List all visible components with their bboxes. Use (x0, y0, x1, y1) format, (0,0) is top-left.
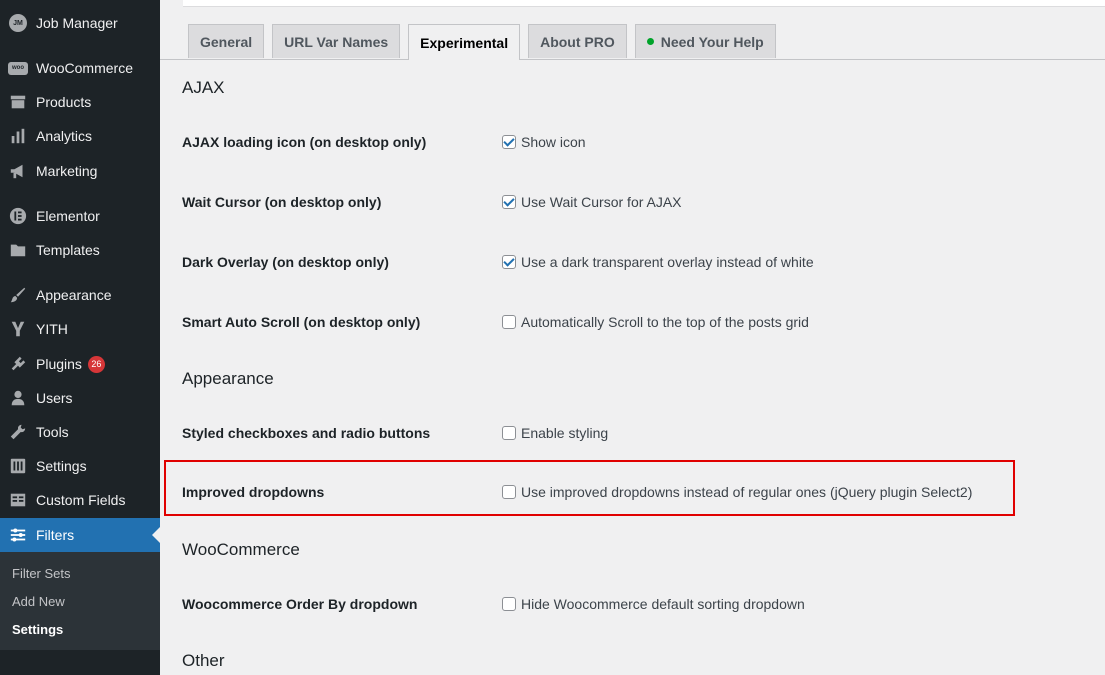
menu-item-label: Elementor (36, 208, 100, 224)
checkbox-dark-overlay[interactable]: Use a dark transparent overlay instead o… (502, 254, 814, 270)
submenu-item-settings[interactable]: Settings (12, 622, 63, 637)
checkbox-hide-sorting-dropdown[interactable]: Hide Woocommerce default sorting dropdow… (502, 596, 805, 612)
menu-item-label: Job Manager (36, 15, 118, 31)
menu-item-analytics[interactable]: Analytics (0, 119, 160, 153)
checkbox-unchecked[interactable] (502, 315, 516, 329)
menu-item-label: Analytics (36, 128, 93, 144)
menu-item-plugins[interactable]: Plugins 26 (0, 347, 160, 381)
menu-item-label: Tools (36, 424, 69, 440)
settings-sliders-icon (8, 456, 28, 476)
checkbox-improved-dropdowns[interactable]: Use improved dropdowns instead of regula… (502, 484, 972, 500)
menu-item-label: Filters (36, 527, 75, 543)
menu-item-label: Templates (36, 242, 100, 258)
job-manager-logo-icon: JM (8, 13, 28, 33)
submenu-item-add-new[interactable]: Add New (12, 594, 65, 609)
menu-item-label: Custom Fields (36, 492, 126, 508)
filters-submenu: Filter Sets Add New Settings (0, 552, 160, 650)
tab-url-var-names[interactable]: URL Var Names (272, 24, 401, 58)
admin-sidebar: JM Job Manager woo WooCommerce Products … (0, 0, 160, 675)
status-dot-icon (646, 38, 654, 45)
menu-item-label: Marketing (36, 163, 98, 179)
menu-item-users[interactable]: Users (0, 381, 160, 415)
setting-label-dark-overlay: Dark Overlay (on desktop only) (182, 254, 389, 270)
elementor-icon (8, 206, 28, 226)
setting-label-ajax-loading-icon: AJAX loading icon (on desktop only) (182, 134, 427, 150)
plugin-updates-badge: 26 (87, 355, 105, 373)
setting-label-styled-checkboxes: Styled checkboxes and radio buttons (182, 425, 431, 441)
setting-label-woocommerce-order-by: Woocommerce Order By dropdown (182, 596, 418, 612)
megaphone-icon (8, 161, 28, 181)
menu-item-settings[interactable]: Settings (0, 449, 160, 483)
tab-about-pro[interactable]: About PRO (528, 24, 627, 58)
menu-item-label: YITH (36, 321, 68, 337)
checkbox-auto-scroll[interactable]: Automatically Scroll to the top of the p… (502, 314, 809, 330)
woocommerce-icon: woo (8, 58, 28, 78)
menu-item-filters[interactable]: Filters (0, 518, 160, 552)
menu-item-appearance[interactable]: Appearance (0, 278, 160, 312)
section-title-other: Other (182, 651, 225, 670)
menu-item-yith[interactable]: YITH (0, 312, 160, 346)
section-title-woocommerce: WooCommerce (182, 540, 300, 559)
menu-item-label: Plugins (36, 356, 82, 372)
setting-label-wait-cursor: Wait Cursor (on desktop only) (182, 194, 382, 210)
bar-chart-icon (8, 126, 28, 146)
paintbrush-icon (8, 285, 28, 305)
menu-item-job-manager[interactable]: JM Job Manager (0, 6, 160, 40)
checkbox-checked[interactable] (502, 135, 516, 149)
menu-item-label: Settings (36, 458, 87, 474)
menu-item-label: Users (36, 390, 73, 406)
menu-item-label: Products (36, 94, 92, 110)
menu-item-tools[interactable]: Tools (0, 415, 160, 449)
tab-general[interactable]: General (188, 24, 265, 58)
menu-item-elementor[interactable]: Elementor (0, 199, 160, 233)
menu-item-woocommerce[interactable]: woo WooCommerce (0, 51, 160, 85)
submenu-item-filter-sets[interactable]: Filter Sets (12, 566, 71, 581)
archive-icon (8, 92, 28, 112)
checkbox-enable-styling[interactable]: Enable styling (502, 425, 608, 441)
custom-fields-icon (8, 490, 28, 510)
user-icon (8, 388, 28, 408)
checkbox-show-icon[interactable]: Show icon (502, 134, 586, 150)
checkbox-unchecked[interactable] (502, 426, 516, 440)
checkbox-checked[interactable] (502, 255, 516, 269)
plugin-icon (8, 354, 28, 374)
yith-icon (8, 319, 28, 339)
menu-item-label: Appearance (36, 287, 112, 303)
menu-item-marketing[interactable]: Marketing (0, 154, 160, 188)
wrench-icon (8, 422, 28, 442)
menu-item-products[interactable]: Products (0, 85, 160, 119)
checkbox-checked[interactable] (502, 195, 516, 209)
setting-label-smart-auto-scroll: Smart Auto Scroll (on desktop only) (182, 314, 421, 330)
menu-item-label: WooCommerce (36, 60, 133, 76)
section-title-appearance: Appearance (182, 369, 274, 388)
checkbox-unchecked[interactable] (502, 597, 516, 611)
tab-need-your-help[interactable]: Need Your Help (634, 24, 776, 58)
folder-icon (8, 240, 28, 260)
menu-item-custom-fields[interactable]: Custom Fields (0, 483, 160, 517)
filter-sliders-icon (8, 525, 28, 545)
top-panel-edge (183, 0, 1105, 7)
checkbox-unchecked[interactable] (502, 485, 516, 499)
checkbox-wait-cursor[interactable]: Use Wait Cursor for AJAX (502, 194, 682, 210)
setting-label-improved-dropdowns: Improved dropdowns (182, 484, 325, 500)
menu-item-templates[interactable]: Templates (0, 233, 160, 267)
tab-experimental[interactable]: Experimental (408, 24, 521, 60)
section-title-ajax: AJAX (182, 78, 225, 97)
settings-tabs: General URL Var Names Experimental About… (188, 24, 784, 60)
